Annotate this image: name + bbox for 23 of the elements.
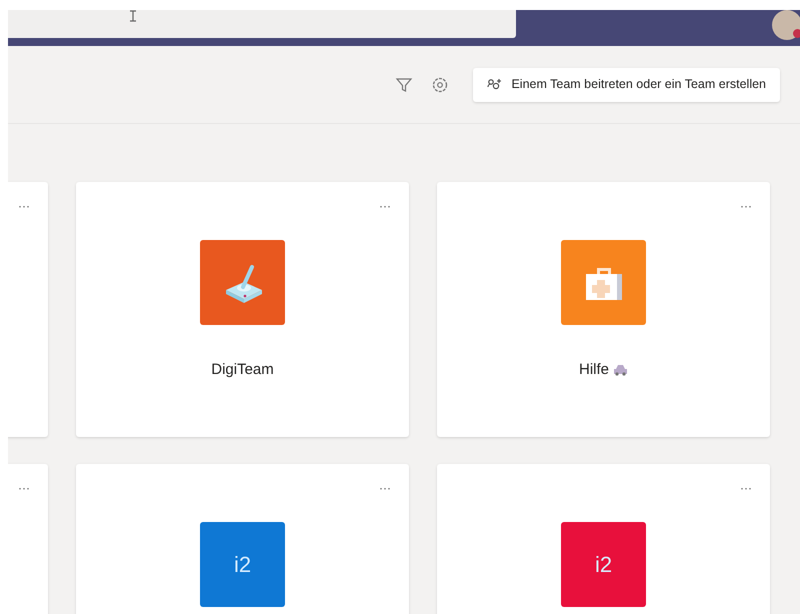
add-people-icon — [487, 78, 504, 92]
text-cursor-icon — [128, 10, 138, 22]
settings-icon[interactable] — [431, 76, 450, 94]
more-options[interactable]: ··· — [18, 482, 30, 494]
team-card[interactable]: ··· i2 — [437, 464, 770, 614]
team-card[interactable]: ··· — [8, 464, 48, 614]
team-card[interactable]: ··· DigiTeam — [76, 182, 409, 437]
team-card[interactable]: ··· Hilfe — [437, 182, 770, 437]
more-options[interactable]: ··· — [379, 482, 391, 494]
more-options[interactable]: ··· — [740, 200, 752, 212]
team-name: DigiTeam — [211, 360, 274, 380]
team-initials: i2 — [234, 551, 252, 579]
more-options[interactable]: ··· — [379, 200, 391, 212]
team-card[interactable]: ··· i2 — [76, 464, 409, 614]
team-name: Hilfe — [578, 360, 609, 380]
search-field[interactable] — [8, 10, 516, 38]
more-options[interactable]: ··· — [740, 482, 752, 494]
team-card[interactable]: ··· — [8, 182, 48, 437]
avatar[interactable] — [772, 10, 800, 40]
more-options[interactable]: ··· — [18, 200, 30, 212]
filter-icon[interactable] — [395, 76, 414, 94]
join-or-create-team-button[interactable]: Einem Team beitreten oder ein Team erstellen — [473, 68, 780, 102]
team-initials: i2 — [594, 551, 612, 579]
